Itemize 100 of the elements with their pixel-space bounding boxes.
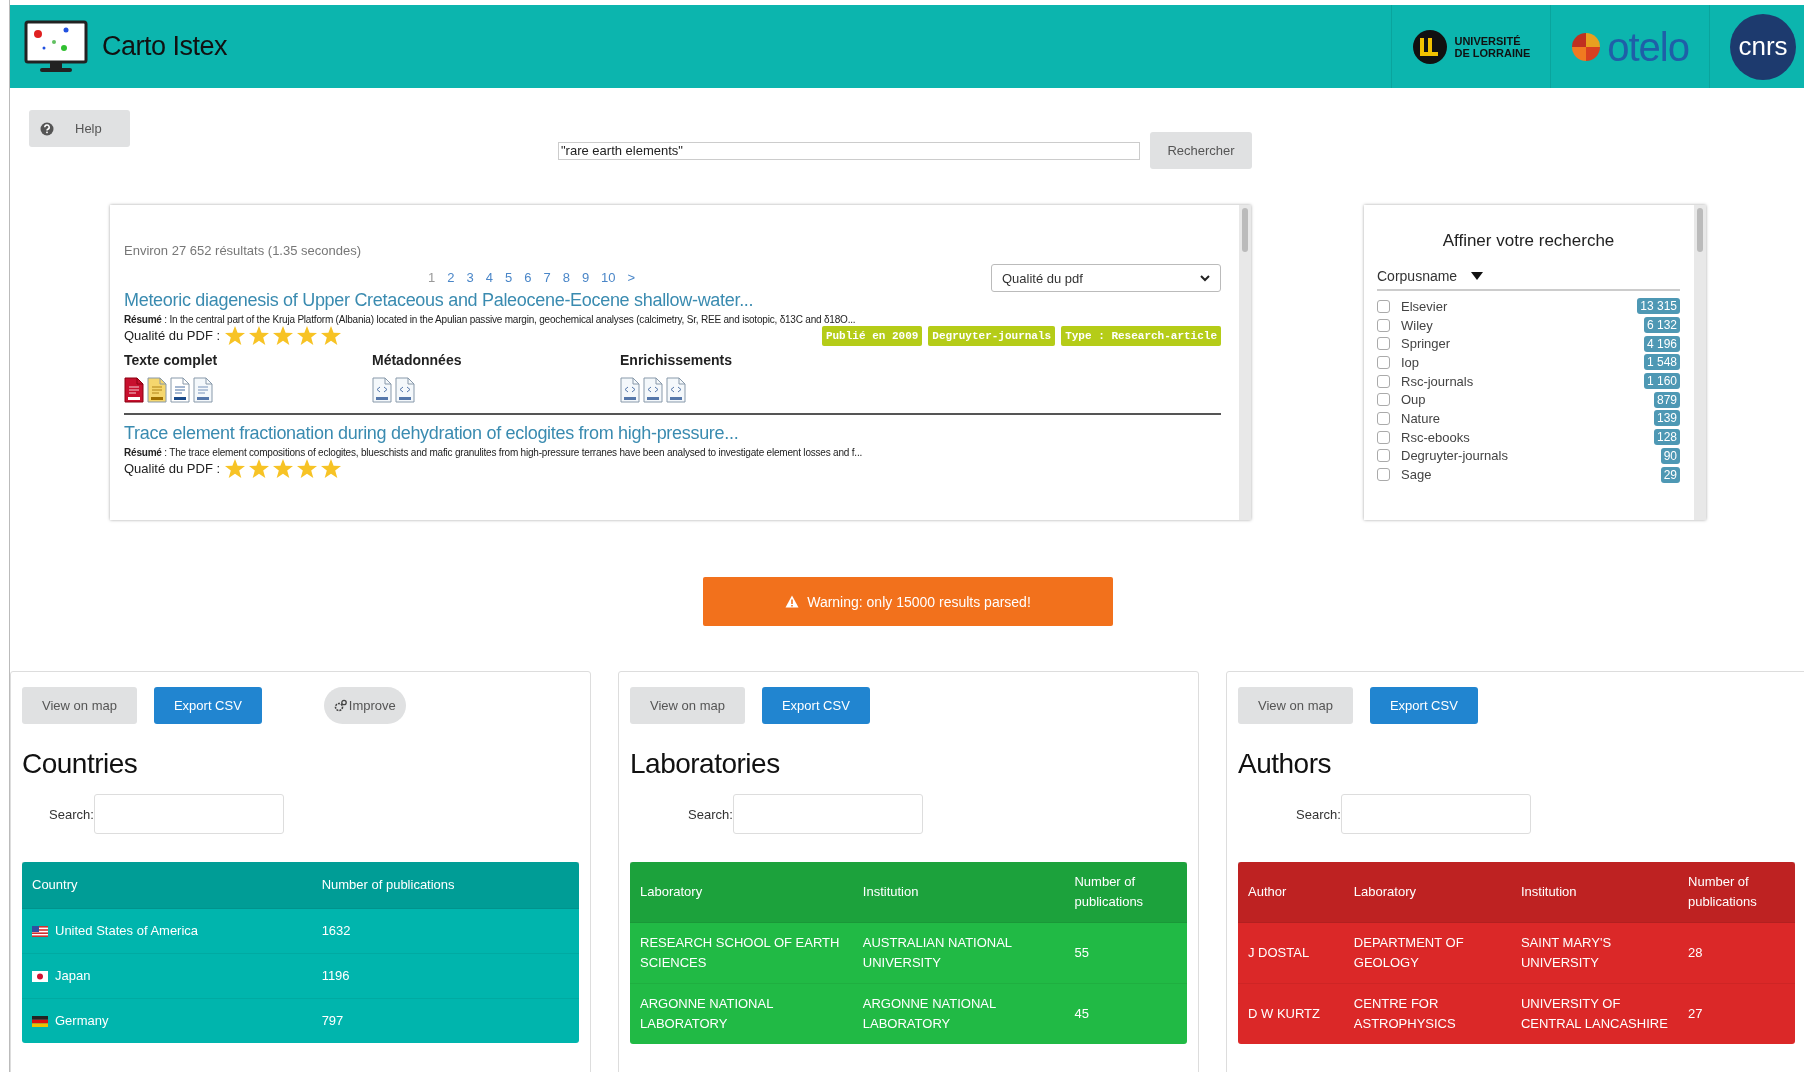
page-link[interactable]: 9 xyxy=(581,269,590,285)
document-icon[interactable] xyxy=(170,377,190,403)
panel-heading: Authors xyxy=(1238,748,1332,780)
result-title-link[interactable]: Meteoric diagenesis of Upper Cretaceous and Paleocene-Eocene shallow-water... xyxy=(124,290,1221,311)
code-file-icon[interactable] xyxy=(666,377,686,403)
pie-logo-icon xyxy=(1571,31,1602,62)
star-icon xyxy=(320,458,343,479)
facet-label: Springer xyxy=(1401,336,1452,352)
sort-dropdown[interactable]: Qualité du pdf xyxy=(991,264,1221,292)
flag-icon xyxy=(32,1015,48,1027)
facet-panel-title: Affiner votre recherche xyxy=(1441,231,1616,251)
warning-icon xyxy=(785,595,800,608)
view-on-map-button[interactable]: View on map xyxy=(630,687,745,724)
checkbox[interactable] xyxy=(1377,449,1390,463)
star-icon xyxy=(224,458,247,479)
tag-label: Publié en 2009 xyxy=(821,325,923,346)
checkbox[interactable] xyxy=(1377,393,1390,407)
search-button[interactable]: Rechercher xyxy=(1150,132,1252,169)
page-link[interactable]: 10 xyxy=(601,269,616,285)
facet-dropdown[interactable]: Corpusname xyxy=(1377,268,1680,291)
page-link[interactable]: 6 xyxy=(524,269,532,285)
facet-label: Rsc-journals xyxy=(1401,373,1475,389)
scrollbar[interactable] xyxy=(1694,205,1706,520)
count-badge: 139 xyxy=(1653,410,1680,427)
app-title: Carto Istex xyxy=(102,31,228,62)
column-header[interactable]: Institution xyxy=(852,862,1065,923)
export-button[interactable]: Export CSV xyxy=(761,687,870,724)
column-header[interactable]: Country xyxy=(22,862,312,909)
help-button[interactable]: Help xyxy=(29,110,130,147)
table-cell: 797 xyxy=(311,998,579,1043)
checkbox[interactable] xyxy=(1377,468,1390,482)
filter-field[interactable] xyxy=(1340,794,1531,834)
table-cell: UNIVERSITY OF CENTRAL LANCASHIRE xyxy=(1510,983,1678,1044)
quality-label: Qualité du PDF : xyxy=(124,328,221,343)
filter-field[interactable] xyxy=(732,794,923,834)
document-icon[interactable] xyxy=(193,377,213,403)
table-cell: ARGONNE NATIONAL LABORATORY xyxy=(852,983,1065,1044)
star-icon xyxy=(272,458,295,479)
result-title-link[interactable]: Trace element fractionation during dehydration of eclogites from high-pressure... xyxy=(124,423,1221,444)
column-header[interactable]: Number of publications xyxy=(1678,862,1795,923)
checkbox[interactable] xyxy=(1377,411,1390,425)
table-cell: J DOSTAL xyxy=(1238,922,1344,984)
count-badge: 13 315 xyxy=(1637,298,1680,315)
column-header[interactable]: Laboratory xyxy=(630,862,853,923)
logo-text: otelo xyxy=(1607,26,1689,67)
count-badge: 879 xyxy=(1653,391,1680,408)
flag-icon xyxy=(32,925,48,937)
improve-button[interactable]: Improve xyxy=(323,687,406,724)
table-cell: 45 xyxy=(1064,983,1187,1044)
page-link[interactable]: 5 xyxy=(504,269,513,285)
table-cell: 1196 xyxy=(311,953,579,999)
table-cell: AUSTRALIAN NATIONAL UNIVERSITY xyxy=(852,922,1065,984)
logo-text: DE LORRAINE xyxy=(1454,46,1531,59)
view-on-map-button[interactable]: View on map xyxy=(1238,687,1353,724)
search-label: Search: xyxy=(688,806,733,822)
column-header[interactable]: Number of publications xyxy=(311,862,579,909)
star-icon xyxy=(296,325,319,346)
checkbox[interactable] xyxy=(1377,430,1390,444)
checkbox[interactable] xyxy=(1377,299,1390,313)
checkbox[interactable] xyxy=(1377,318,1390,332)
column-header[interactable]: Number of publications xyxy=(1064,862,1187,923)
export-button[interactable]: Export CSV xyxy=(1369,687,1478,724)
star-icon xyxy=(296,458,319,479)
checkbox[interactable] xyxy=(1377,374,1390,388)
table-cell: 28 xyxy=(1678,922,1795,984)
facet-label: Oup xyxy=(1401,392,1427,408)
circle-logo-icon xyxy=(1412,28,1449,65)
facet-label: Nature xyxy=(1401,410,1442,426)
page-link[interactable]: > xyxy=(627,269,636,285)
table-cell: 55 xyxy=(1064,922,1187,984)
pdf-file-icon[interactable] xyxy=(124,377,144,403)
checkbox[interactable] xyxy=(1377,337,1390,351)
code-file-icon[interactable] xyxy=(372,377,392,403)
column-header[interactable]: Institution xyxy=(1510,862,1678,923)
export-button[interactable]: Export CSV xyxy=(153,687,262,724)
filter-field[interactable] xyxy=(93,794,284,834)
section-heading: Métadonnées xyxy=(372,352,463,368)
view-on-map-button[interactable]: View on map xyxy=(22,687,137,724)
column-header[interactable]: Author xyxy=(1238,862,1344,923)
count-badge: 90 xyxy=(1660,447,1680,464)
page-link[interactable]: 4 xyxy=(485,269,493,285)
page-link[interactable]: 2 xyxy=(447,269,455,285)
abstract-text: Résumé : In the central part of the Kruja Platform (Albania) located in the Apulian passive margin, geochemical analyses (calcimetry, Sr, REE and isotopic, δ13C and δ18O... xyxy=(124,314,857,325)
column-header[interactable]: Laboratory xyxy=(1343,862,1511,923)
zip-file-icon[interactable] xyxy=(147,377,167,403)
search-field[interactable]: "rare earth elements" xyxy=(558,141,1140,160)
code-file-icon[interactable] xyxy=(395,377,415,403)
table-cell: 1632 xyxy=(311,908,579,954)
gears-icon xyxy=(333,699,347,712)
checkbox[interactable] xyxy=(1377,355,1390,369)
tag-label: Degruyter-journals xyxy=(928,325,1056,346)
page-link[interactable]: 7 xyxy=(543,269,551,285)
scrollbar[interactable] xyxy=(1239,205,1251,520)
page-link[interactable]: 3 xyxy=(466,269,474,285)
page-link[interactable]: 1 xyxy=(428,269,436,285)
panel-heading: Countries xyxy=(22,748,139,780)
code-file-icon[interactable] xyxy=(643,377,663,403)
code-file-icon[interactable] xyxy=(620,377,640,403)
page-link[interactable]: 8 xyxy=(562,269,570,285)
table-cell: ARGONNE NATIONAL LABORATORY xyxy=(630,983,853,1044)
